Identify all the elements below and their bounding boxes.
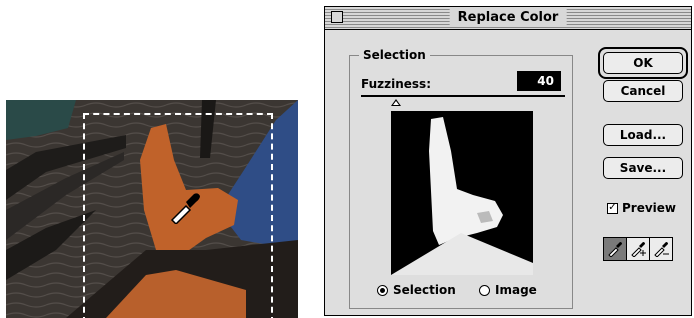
eyedropper-plus-icon[interactable] <box>626 237 650 261</box>
radio-selection[interactable]: Selection <box>377 283 456 297</box>
eyedropper-tools <box>603 237 673 261</box>
preview-label: Preview <box>622 201 677 215</box>
radio-image-label: Image <box>495 283 537 297</box>
title-bar[interactable]: Replace Color <box>325 7 691 30</box>
preview-checkbox[interactable]: ✓ Preview <box>607 201 676 215</box>
close-box-icon[interactable] <box>331 11 343 23</box>
replace-color-dialog: Replace Color Selection Fuzziness: 40 Se… <box>324 6 692 316</box>
mask-image <box>391 117 533 275</box>
cancel-button[interactable]: Cancel <box>603 80 683 102</box>
fuzziness-slider[interactable] <box>361 95 565 97</box>
fuzziness-slider-thumb[interactable] <box>390 99 401 106</box>
ok-button[interactable]: OK <box>603 52 683 74</box>
selection-group-label: Selection <box>359 48 430 62</box>
radio-image[interactable]: Image <box>479 283 537 297</box>
photo-preview[interactable] <box>6 100 298 318</box>
radio-selection-label: Selection <box>393 283 456 297</box>
radio-image-dot[interactable] <box>479 284 490 296</box>
load-button[interactable]: Load... <box>603 124 683 146</box>
save-button[interactable]: Save... <box>603 157 683 179</box>
check-icon[interactable]: ✓ <box>607 202 618 214</box>
eyedropper-icon[interactable] <box>603 237 627 261</box>
selection-mask-preview[interactable] <box>391 111 533 275</box>
eyedropper-cursor-icon <box>170 193 200 224</box>
fuzziness-input[interactable]: 40 <box>517 71 561 91</box>
eyedropper-minus-icon[interactable] <box>649 237 673 261</box>
radio-selection-dot[interactable] <box>377 284 388 296</box>
dialog-title: Replace Color <box>449 8 567 27</box>
fuzziness-label: Fuzziness: <box>361 77 431 91</box>
